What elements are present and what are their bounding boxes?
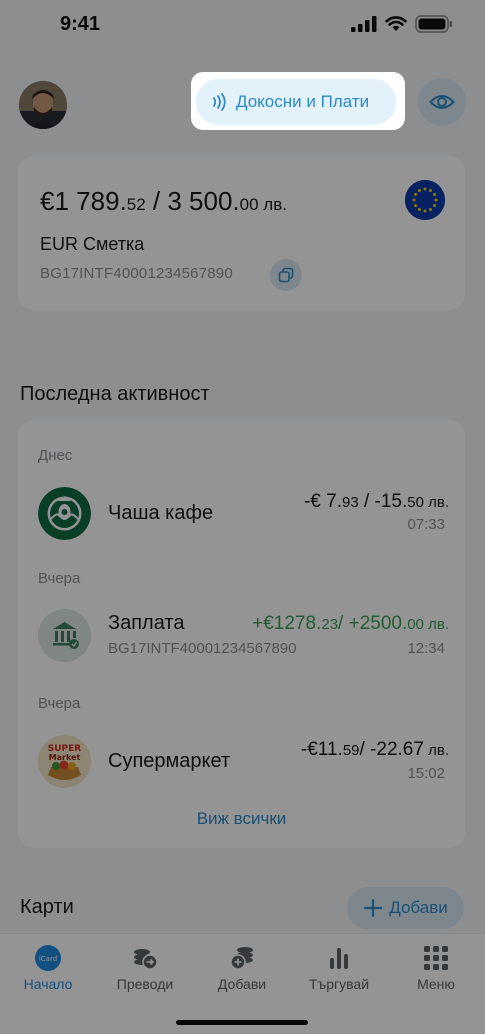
home-screen: 9:41 €1 789.52 / 3 500.00 лв. EUR Сметка… xyxy=(0,0,485,1034)
transaction-name: Супермаркет xyxy=(108,750,231,772)
supermarket-logo-icon: SUPER Market xyxy=(38,735,91,788)
add-card-label: Добави xyxy=(389,898,448,917)
eu-flag-icon xyxy=(405,180,445,220)
recent-activity-title: Последна активност xyxy=(20,383,210,405)
account-card[interactable]: €1 789.52 / 3 500.00 лв. EUR Сметка BG17… xyxy=(18,156,465,310)
add-money-icon xyxy=(230,947,253,970)
balance-eur-whole: €1 789. xyxy=(40,186,127,216)
recent-activity-card: Днес Чаша кафе -€ 7.93 / -15.50 лв. 07:3… xyxy=(18,420,465,848)
wifi-icon xyxy=(385,16,407,31)
bank-building-icon xyxy=(38,609,91,662)
tap-to-pay-button[interactable]: Докосни и Плати xyxy=(196,79,396,125)
amount-bgn-whole: / -15. xyxy=(358,491,408,512)
transaction-name: Заплата xyxy=(108,612,185,634)
transaction-name: Чаша кафе xyxy=(108,502,214,524)
grid-menu-icon xyxy=(424,946,448,970)
balance-bgn-whole: 3 500. xyxy=(167,186,240,216)
tab-menu[interactable]: Меню xyxy=(396,944,476,992)
tab-home[interactable]: iCard Начало xyxy=(8,944,88,992)
day-label: Вчера xyxy=(38,695,81,712)
account-name: EUR Сметка xyxy=(40,234,145,254)
plus-icon xyxy=(364,898,383,918)
add-card-button[interactable]: Добави xyxy=(347,887,464,929)
status-icons xyxy=(351,15,453,33)
tab-add-money[interactable]: Добави xyxy=(202,944,282,992)
amount-eur-whole: +€1278. xyxy=(252,613,322,634)
amount-eur-fraction: 59 xyxy=(342,742,360,759)
amount-bgn-fraction: 50 лв. xyxy=(407,494,449,511)
tab-add-money-label: Добави xyxy=(217,976,267,992)
starbucks-logo-icon xyxy=(38,487,91,540)
tab-trade[interactable]: Търгувай xyxy=(299,944,379,992)
amount-eur-fraction: 93 xyxy=(341,494,359,511)
amount-eur-fraction: 23 xyxy=(321,616,339,633)
tab-transfers-label: Преводи xyxy=(116,976,174,992)
day-label: Днес xyxy=(38,447,73,464)
contactless-icon xyxy=(213,93,226,111)
eye-icon xyxy=(429,95,455,109)
balance-eur-fraction: 52 xyxy=(126,195,146,214)
transaction-time: 15:02 xyxy=(407,765,445,782)
amount-bgn-fraction: 00 лв. xyxy=(407,616,449,633)
status-time: 9:41 xyxy=(60,13,101,35)
copy-iban-button[interactable] xyxy=(270,259,302,291)
cellular-signal-icon xyxy=(351,16,377,32)
tap-to-pay-label: Докосни и Плати xyxy=(236,92,370,111)
battery-icon xyxy=(415,15,452,33)
transaction-amount: +€1278.23/ +2500.00 лв. xyxy=(252,613,449,635)
home-indicator xyxy=(176,1020,308,1025)
see-all-link[interactable]: Виж всички xyxy=(18,809,465,829)
chart-bars-icon xyxy=(330,948,348,969)
tab-menu-label: Меню xyxy=(417,976,455,992)
cards-title: Карти xyxy=(20,896,74,918)
amount-bgn-currency: лв. xyxy=(423,742,449,759)
account-balance: €1 789.52 / 3 500.00 лв. xyxy=(40,186,287,217)
day-label: Вчера xyxy=(38,570,81,587)
account-iban: BG17INTF40001234567890 xyxy=(40,265,233,282)
tab-trade-label: Търгувай xyxy=(308,976,370,992)
balance-bgn-fraction: 00 лв. xyxy=(239,195,287,214)
copy-icon xyxy=(278,267,294,283)
transaction-time: 07:33 xyxy=(407,516,445,533)
transfer-icon xyxy=(134,949,158,970)
toggle-balance-visibility-button[interactable] xyxy=(418,78,466,126)
icard-icon: iCard xyxy=(35,945,61,971)
balance-separator: / xyxy=(145,186,168,216)
transaction-amount: -€ 7.93 / -15.50 лв. xyxy=(304,491,449,513)
bottom-tab-bar: iCard Начало Преводи Добави Търгувай Мен… xyxy=(0,933,485,1034)
tab-transfers[interactable]: Преводи xyxy=(105,944,185,992)
transaction-amount: -€11.59/ -22.67 лв. xyxy=(301,739,449,761)
tab-home-label: Начало xyxy=(23,976,73,992)
amount-bgn-whole: / +2500. xyxy=(338,613,408,634)
amount-bgn-whole: / -22.67 xyxy=(359,739,424,760)
icard-logo-text: iCard xyxy=(39,955,57,963)
amount-eur-whole: -€ 7. xyxy=(303,491,342,512)
status-bar: 9:41 xyxy=(0,0,485,52)
profile-avatar[interactable] xyxy=(19,81,67,129)
transaction-iban: BG17INTF40001234567890 xyxy=(108,640,297,657)
amount-eur-whole: -€11. xyxy=(300,739,343,760)
transaction-time: 12:34 xyxy=(407,640,445,657)
